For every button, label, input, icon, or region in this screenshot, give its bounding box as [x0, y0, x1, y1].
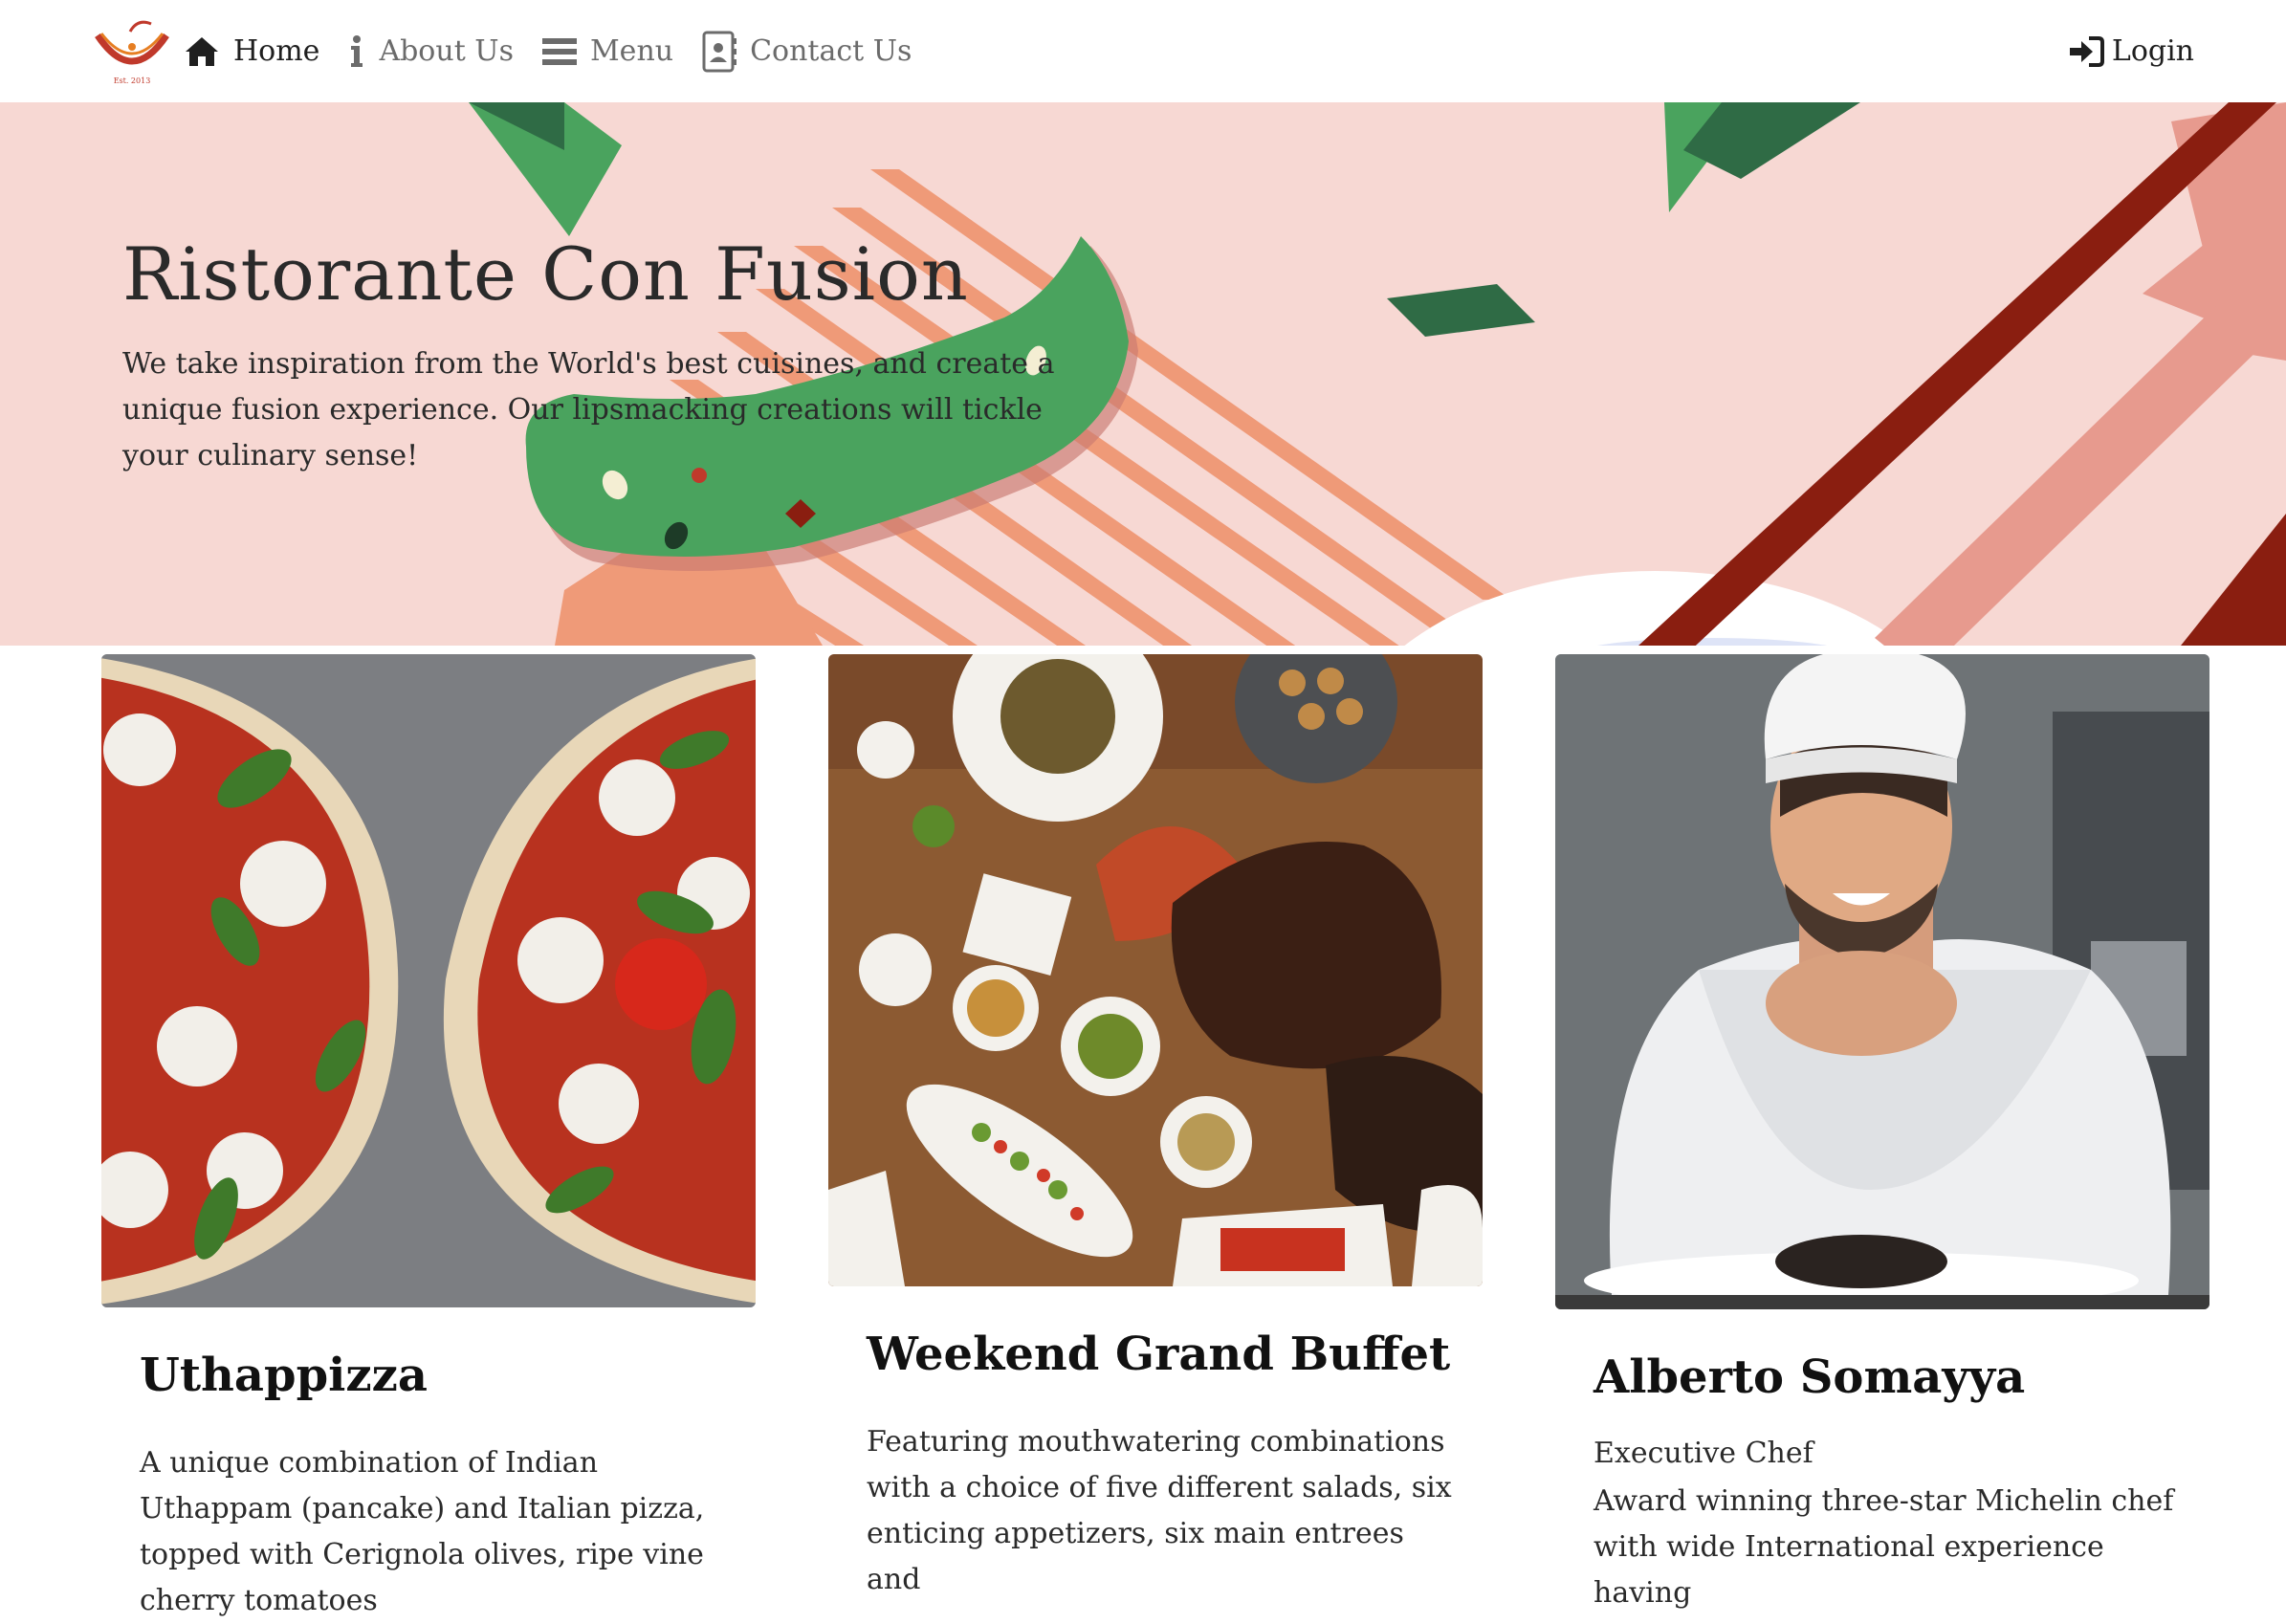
hero-description: We take inspiration from the World's bes…: [122, 347, 1055, 472]
promotion-title: Weekend Grand Buffet: [867, 1328, 1451, 1381]
pizza-image: [101, 654, 756, 1307]
list-icon: [541, 37, 577, 65]
leader-description: Award winning three-star Michelin chef w…: [1594, 1484, 2174, 1610]
nav-home-label: Home: [233, 34, 320, 68]
info-icon: [351, 34, 363, 67]
leader-card: Alberto Somayya Executive Chef Award win…: [1555, 654, 2209, 1610]
navbar: Est. 2013 Home About Us Menu Contact Us …: [0, 0, 2286, 102]
nav-menu-label: Menu: [589, 34, 674, 68]
nav-contact[interactable]: Contact Us: [702, 0, 912, 102]
restaurant-logo[interactable]: Est. 2013: [94, 18, 170, 85]
nav-about-label: About Us: [379, 34, 514, 68]
chef-image: [1555, 654, 2209, 1309]
promotion-card: Weekend Grand Buffet Featuring mouthwate…: [828, 654, 1483, 1596]
login-button[interactable]: Login: [2068, 0, 2194, 102]
sign-in-icon: [2069, 35, 2104, 67]
promotion-description: Featuring mouthwatering combinations wit…: [867, 1425, 1452, 1596]
login-label: Login: [2111, 34, 2194, 68]
nav-contact-label: Contact Us: [750, 34, 912, 68]
dish-card: Uthappizza A unique combination of India…: [101, 654, 756, 1617]
dish-description: A unique combination of Indian Uthappam …: [140, 1446, 705, 1617]
leader-designation: Executive Chef: [1594, 1437, 1813, 1470]
buffet-image: [828, 654, 1483, 1286]
leader-name: Alberto Somayya: [1594, 1350, 2026, 1404]
nav-menu[interactable]: Menu: [541, 0, 674, 102]
dish-title: Uthappizza: [140, 1349, 429, 1402]
hero-banner: Ristorante Con Fusion We take inspiratio…: [0, 102, 2286, 646]
svg-text:Est. 2013: Est. 2013: [114, 77, 151, 85]
address-card-icon: [702, 31, 737, 72]
hero-title: Ristorante Con Fusion: [122, 231, 969, 317]
home-icon: [186, 36, 218, 66]
nav-home[interactable]: Home: [184, 0, 319, 102]
nav-about[interactable]: About Us: [348, 0, 514, 102]
